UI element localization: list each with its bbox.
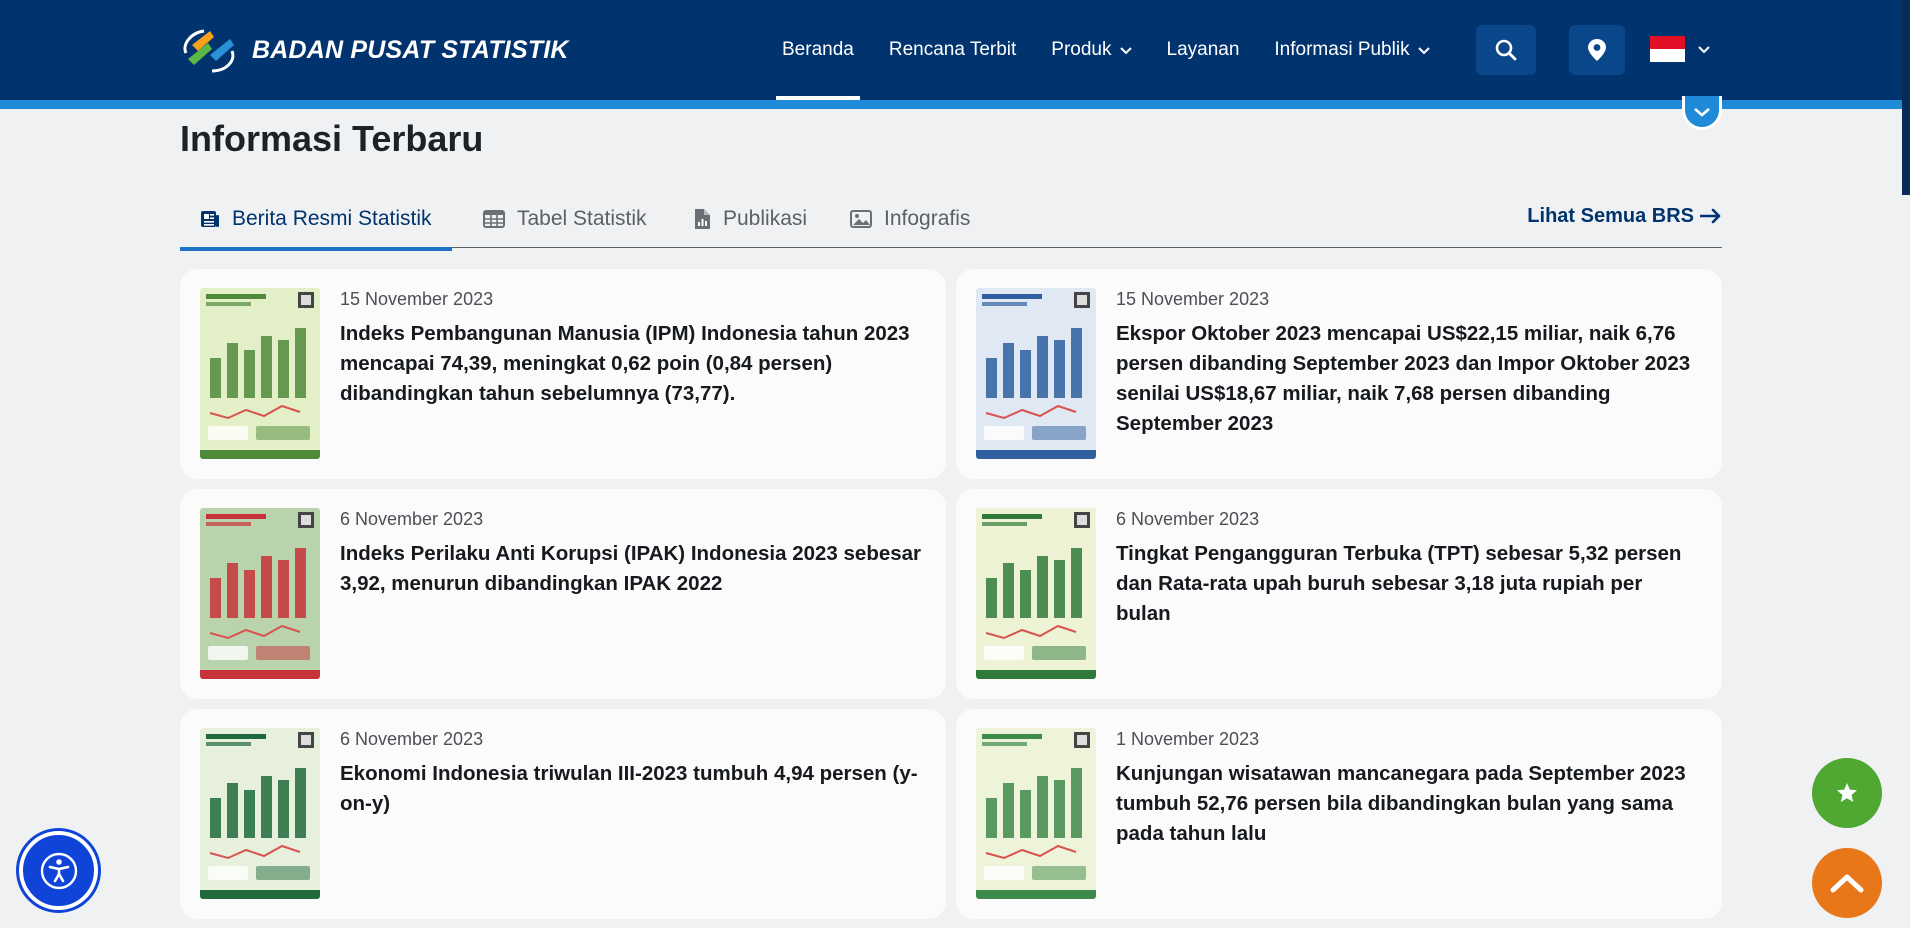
infographic-thumbnail[interactable] [200,728,320,899]
news-date: 6 November 2023 [340,729,484,749]
file-chart-icon [695,209,710,229]
search-icon [1495,39,1517,61]
search-button[interactable] [1476,25,1536,75]
infographic-image [200,728,320,899]
infographic-thumbnail[interactable] [200,508,320,679]
news-date: 15 November 2023 [1116,289,1270,309]
tab-publikasi[interactable]: Publikasi [693,190,807,248]
see-all-brs-link[interactable]: Lihat Semua BRS [1527,190,1722,242]
news-card[interactable]: 15 November 2023 Indeks Pembangunan Manu… [180,269,946,479]
header-accent-strip [0,100,1910,109]
top-navbar: BADAN PUSAT STATISTIK Beranda Rencana Te… [0,0,1910,100]
collapse-header-button[interactable] [1682,96,1722,130]
infographic-image [976,728,1096,899]
main-nav: Beranda Rencana Terbit Produk Layanan In… [776,0,1465,100]
accessibility-button[interactable] [19,831,98,910]
table-icon [483,210,505,228]
infographic-image [976,508,1096,679]
chevron-down-icon [1694,107,1710,117]
chevron-down-icon [1417,47,1430,55]
nav-informasi-publik[interactable]: Informasi Publik [1274,0,1430,100]
tab-label: Infografis [884,207,971,230]
nav-label: Beranda [782,39,854,60]
location-pin-icon [1588,39,1606,61]
infographic-image [200,508,320,679]
location-button[interactable] [1569,25,1625,75]
news-card[interactable]: 6 November 2023 Ekonomi Indonesia triwul… [180,709,946,919]
infographic-thumbnail[interactable] [200,288,320,459]
infographic-image [200,288,320,459]
news-card[interactable]: 6 November 2023 Indeks Perilaku Anti Kor… [180,489,946,699]
back-to-top-button[interactable] [1812,848,1882,918]
chevron-down-icon [1698,46,1710,54]
infographic-thumbnail[interactable] [976,508,1096,679]
logo-text: BADAN PUSAT STATISTIK [252,35,569,64]
newspaper-icon [201,211,219,227]
news-date: 6 November 2023 [1116,509,1260,529]
indonesia-flag-icon [1650,36,1685,62]
bps-logo-icon [183,29,235,73]
news-card[interactable]: 15 November 2023 Ekspor Oktober 2023 men… [956,269,1722,479]
nav-label: Produk [1051,39,1112,60]
nav-produk[interactable]: Produk [1051,0,1132,100]
image-icon [850,210,872,228]
arrow-right-icon [1700,208,1721,224]
news-card[interactable]: 1 November 2023 Kunjungan wisatawan manc… [956,709,1722,919]
news-title[interactable]: Tingkat Pengangguran Terbuka (TPT) sebes… [1116,539,1702,629]
chevron-up-icon [1830,874,1864,893]
nav-label: Informasi Publik [1274,39,1410,60]
infographic-image [976,288,1096,459]
news-date: 1 November 2023 [1116,729,1260,749]
news-date: 6 November 2023 [340,509,484,529]
scrollbar-thumb[interactable] [1902,0,1910,195]
star-icon [1837,783,1857,802]
nav-beranda[interactable]: Beranda [776,0,860,100]
news-title[interactable]: Ekonomi Indonesia triwulan III-2023 tumb… [340,759,926,819]
section-title: Informasi Terbaru [180,118,484,159]
chevron-down-icon [1119,47,1132,55]
news-title[interactable]: Kunjungan wisatawan mancanegara pada Sep… [1116,759,1702,849]
content-tabs: Berita Resmi Statistik Tabel Statistik P… [180,190,1722,251]
bps-logo[interactable]: BADAN PUSAT STATISTIK [180,24,569,76]
nav-layanan[interactable]: Layanan [1167,0,1240,100]
tab-label: Tabel Statistik [517,207,647,230]
news-card[interactable]: 6 November 2023 Tingkat Pengangguran Ter… [956,489,1722,699]
tab-label: Berita Resmi Statistik [232,207,432,230]
tab-infografis[interactable]: Infografis [850,190,970,248]
nav-rencana-terbit[interactable]: Rencana Terbit [889,0,1016,100]
see-all-label: Lihat Semua BRS [1527,204,1694,227]
news-title[interactable]: Indeks Perilaku Anti Korupsi (IPAK) Indo… [340,539,926,599]
news-title[interactable]: Ekspor Oktober 2023 mencapai US$22,15 mi… [1116,319,1702,439]
tab-tabel-statistik[interactable]: Tabel Statistik [483,190,647,248]
tab-berita-resmi-statistik[interactable]: Berita Resmi Statistik [180,190,452,251]
infographic-thumbnail[interactable] [976,728,1096,899]
language-selector[interactable] [1650,36,1711,62]
tab-label: Publikasi [723,207,808,230]
news-date: 15 November 2023 [340,289,494,309]
infographic-thumbnail[interactable] [976,288,1096,459]
nav-label: Rencana Terbit [888,39,1017,60]
news-title[interactable]: Indeks Pembangunan Manusia (IPM) Indones… [340,319,926,409]
accessibility-icon [40,852,77,889]
nav-label: Layanan [1166,39,1240,60]
favorite-button[interactable] [1812,758,1882,828]
